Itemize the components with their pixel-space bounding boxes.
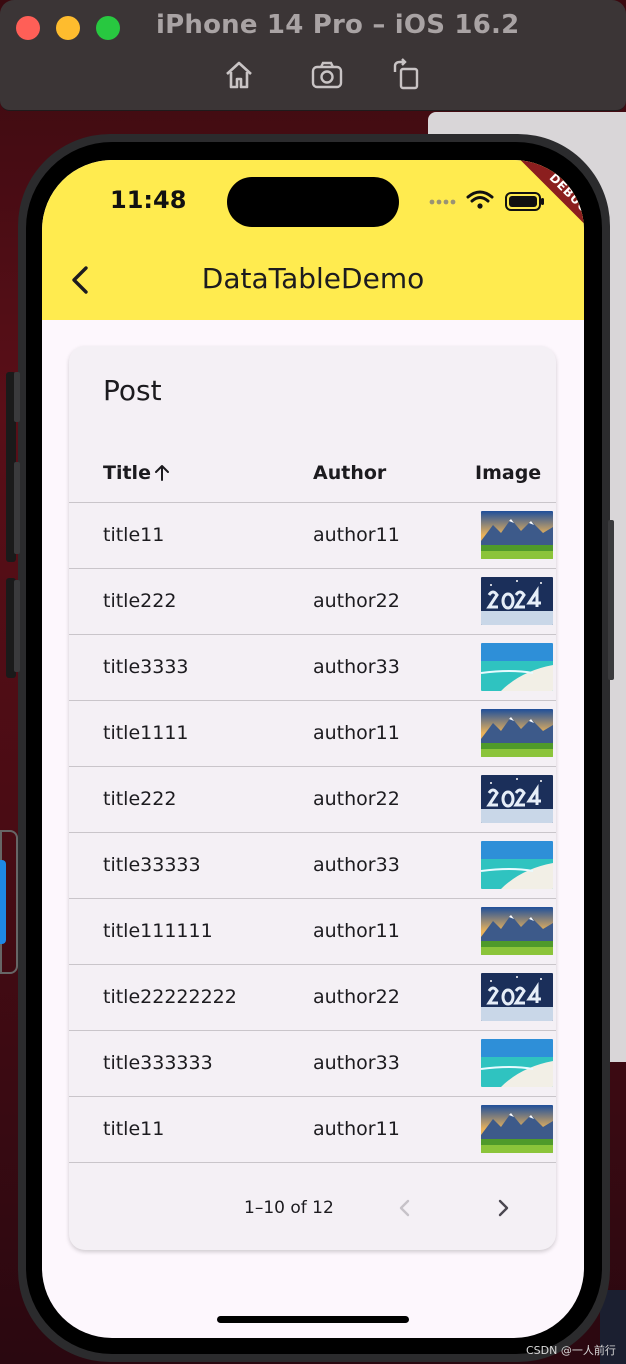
chevron-left-icon (399, 1199, 410, 1217)
table-row[interactable]: title1111 author11 (69, 701, 556, 767)
cell-author: author22 (313, 590, 400, 612)
card-header: Post (103, 374, 162, 407)
cell-title: title33333 (103, 854, 201, 876)
cell-title: title11 (103, 1118, 165, 1140)
cell-author: author11 (313, 1118, 400, 1140)
cell-author: author33 (313, 854, 400, 876)
zoom-window-button[interactable] (96, 16, 120, 40)
cell-title: title111111 (103, 920, 213, 942)
cell-title: title22222222 (103, 986, 237, 1008)
dynamic-island (227, 177, 399, 227)
chevron-right-icon (498, 1199, 509, 1217)
phone-screen: 11:48 DataTableDemo DEBUG Post Title Aut… (42, 160, 584, 1338)
phone-side-button (14, 372, 20, 422)
signal-icon (429, 199, 456, 205)
close-window-button[interactable] (16, 16, 40, 40)
table-row[interactable]: title222 author22 (69, 767, 556, 833)
page-title: DataTableDemo (201, 262, 425, 295)
screenshot-icon[interactable] (310, 58, 344, 92)
cell-title: title3333 (103, 656, 189, 678)
table-row[interactable]: title11 author11 (69, 503, 556, 569)
rotate-icon[interactable] (390, 58, 424, 92)
cell-image (481, 1105, 553, 1153)
pagination-label: 1–10 of 12 (244, 1198, 334, 1218)
column-header-author[interactable]: Author (313, 462, 386, 484)
phone-side-button (14, 580, 20, 672)
cell-image (481, 1039, 553, 1087)
column-header-image[interactable]: Image (475, 462, 541, 484)
cell-author: author11 (313, 722, 400, 744)
cell-title: title11 (103, 524, 165, 546)
table-row[interactable]: title11 author11 (69, 1097, 556, 1163)
cell-image (481, 709, 553, 757)
table-header: Title Author Image (69, 438, 556, 503)
minimize-window-button[interactable] (56, 16, 80, 40)
next-page-button[interactable] (489, 1194, 517, 1222)
cell-author: author22 (313, 788, 400, 810)
column-header-label: Title (103, 462, 151, 484)
cell-title: title333333 (103, 1052, 213, 1074)
simulator-title-bar: iPhone 14 Pro – iOS 16.2 (0, 0, 626, 111)
table-row[interactable]: title111111 author11 (69, 899, 556, 965)
cell-image (481, 577, 553, 625)
cell-author: author11 (313, 920, 400, 942)
cell-author: author33 (313, 1052, 400, 1074)
table-body: title11 author11 title222 author22 title33… (69, 503, 556, 1163)
pagination: 1–10 of 12 (69, 1166, 556, 1250)
cell-image (481, 643, 553, 691)
battery-icon (505, 192, 544, 211)
cell-author: author22 (313, 986, 400, 1008)
cell-author: author33 (313, 656, 400, 678)
watermark: CSDN @一人前行 (526, 1344, 616, 1357)
wifi-icon (466, 190, 494, 203)
phone-power-button (608, 520, 614, 680)
data-table-card: Post Title Author Image title11 author11 … (69, 346, 556, 1250)
cell-title: title222 (103, 788, 177, 810)
cell-image (481, 775, 553, 823)
cell-image (481, 841, 553, 889)
cell-title: title222 (103, 590, 177, 612)
column-header-title[interactable]: Title (103, 462, 171, 484)
status-icons (428, 188, 558, 214)
background-panel-accent (0, 860, 6, 944)
cell-image (481, 973, 553, 1021)
table-row[interactable]: title3333 author33 (69, 635, 556, 701)
cell-title: title1111 (103, 722, 189, 744)
app-bar: 11:48 DataTableDemo (42, 160, 584, 320)
table-row[interactable]: title333333 author33 (69, 1031, 556, 1097)
phone-side-button (14, 462, 20, 554)
simulator-title: iPhone 14 Pro – iOS 16.2 (156, 10, 520, 40)
home-indicator[interactable] (217, 1316, 409, 1323)
table-row[interactable]: title33333 author33 (69, 833, 556, 899)
previous-page-button[interactable] (391, 1194, 419, 1222)
cell-image (481, 907, 553, 955)
status-time: 11:48 (110, 186, 187, 214)
home-icon[interactable] (222, 58, 256, 92)
table-row[interactable]: title22222222 author22 (69, 965, 556, 1031)
sort-ascending-icon (154, 465, 169, 481)
table-row[interactable]: title222 author22 (69, 569, 556, 635)
cell-author: author11 (313, 524, 400, 546)
cell-image (481, 511, 553, 559)
